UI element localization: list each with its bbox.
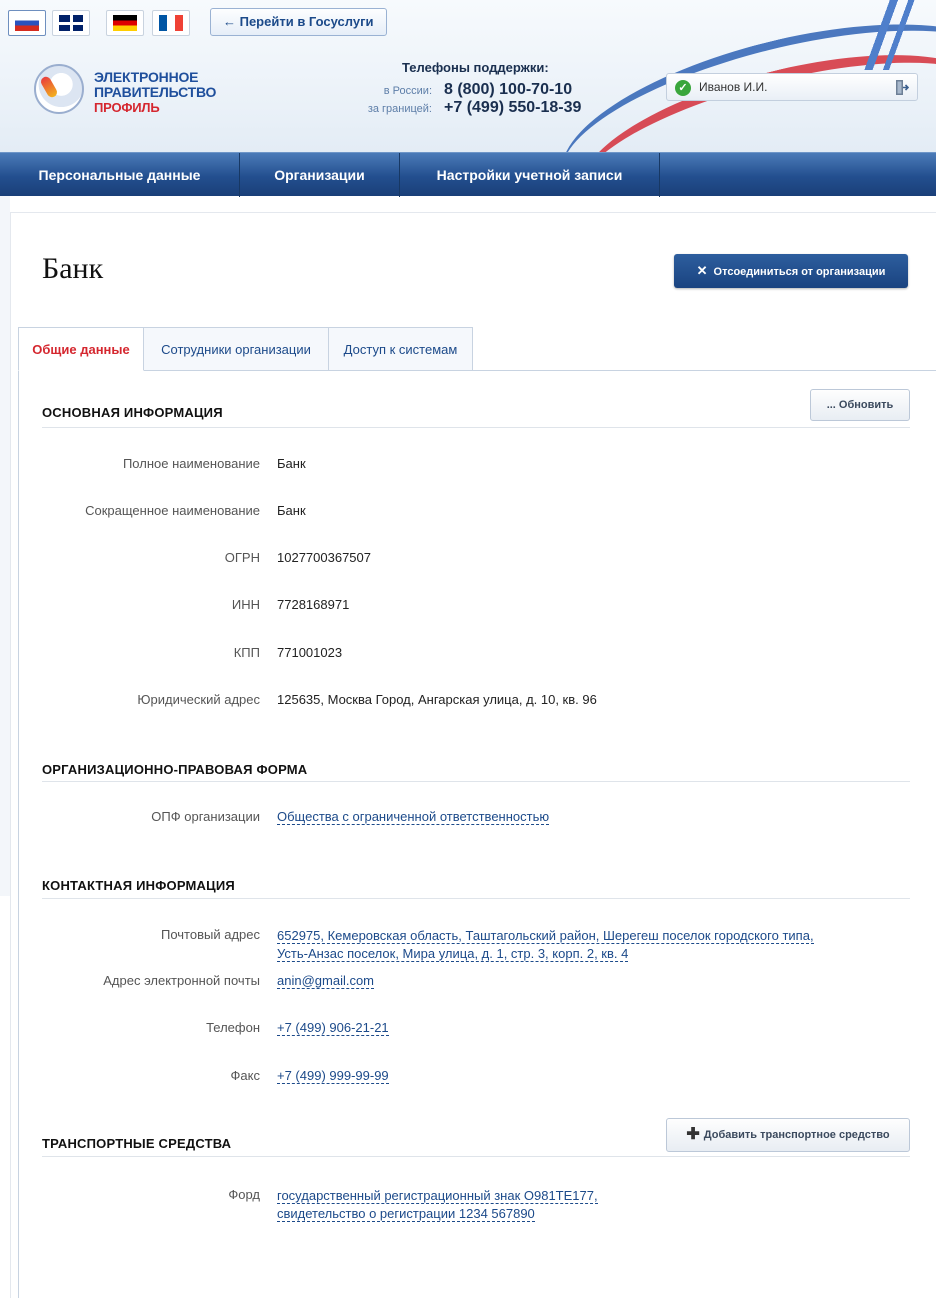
logo-text-line3: ПРОФИЛЬ xyxy=(94,100,160,115)
user-name[interactable]: Иванов И.И. xyxy=(699,80,767,94)
page-title: Банк xyxy=(42,252,104,285)
language-ru-flag-icon[interactable] xyxy=(8,10,46,36)
language-de-flag-icon[interactable] xyxy=(106,10,144,36)
field-label: Полное наименование xyxy=(122,456,260,471)
page-side-strip xyxy=(0,196,10,896)
add-vehicle-button[interactable]: ✚ Добавить транспортное средство xyxy=(666,1118,910,1152)
tab-system-access[interactable]: Доступ к системам xyxy=(328,327,473,371)
field-value: Банк xyxy=(277,503,306,518)
section-contacts-heading: КОНТАКТНАЯ ИНФОРМАЦИЯ xyxy=(42,878,235,893)
verified-check-icon: ✓ xyxy=(675,80,691,96)
support-abroad-number: +7 (499) 550-18-39 xyxy=(444,99,582,116)
field-label: КПП xyxy=(233,645,260,660)
main-nav: Персональные данные Организации Настройк… xyxy=(0,152,936,197)
postal-address-link[interactable]: 652975, Кемеровская область, Таштагольск… xyxy=(277,928,814,944)
logo-text-line2: ПРАВИТЕЛЬСТВО xyxy=(94,84,217,100)
field-value: 125635, Москва Город, Ангарская улица, д… xyxy=(277,692,597,707)
language-en-flag-icon[interactable] xyxy=(52,10,90,36)
section-basic-heading: ОСНОВНАЯ ИНФОРМАЦИЯ xyxy=(42,405,223,420)
divider xyxy=(42,898,910,899)
refresh-button[interactable]: ... Обновить xyxy=(810,389,910,421)
tab-general-data[interactable]: Общие данные xyxy=(18,327,144,371)
close-icon: ✕ xyxy=(696,263,708,278)
field-label: Сокращенное наименование xyxy=(85,503,260,518)
language-fr-flag-icon[interactable] xyxy=(152,10,190,36)
vehicle-link[interactable]: государственный регистрационный знак О98… xyxy=(277,1188,598,1204)
plus-icon: ✚ xyxy=(686,1126,700,1143)
phone-link[interactable]: +7 (499) 906-21-21 xyxy=(277,1020,389,1036)
header: ← Перейти в Госуслуги ЭЛЕКТРОННОЕ ПРАВИТ… xyxy=(0,0,936,152)
support-russia-label: в России: xyxy=(383,85,432,97)
section-vehicles-heading: ТРАНСПОРТНЫЕ СРЕДСТВА xyxy=(42,1136,232,1151)
postal-address-link[interactable]: Усть-Анзас поселок, Мира улица, д. 1, ст… xyxy=(277,946,629,962)
logout-icon[interactable] xyxy=(895,79,909,96)
disconnect-organization-button[interactable]: ✕ Отсоединиться от организации xyxy=(674,254,908,288)
add-vehicle-label: Добавить транспортное средство xyxy=(703,1129,890,1141)
gosuslugi-link[interactable]: ← Перейти в Госуслуги xyxy=(210,8,387,36)
divider xyxy=(42,1156,910,1157)
field-value: 771001023 xyxy=(277,645,343,660)
field-value: 7728168971 xyxy=(277,597,350,612)
divider xyxy=(42,427,910,428)
nav-organizations[interactable]: Организации xyxy=(240,153,400,197)
support-russia-number: 8 (800) 100-70-10 xyxy=(444,81,573,98)
field-label: Юридический адрес xyxy=(137,692,260,707)
field-label: Факс xyxy=(230,1068,260,1083)
postal-address: 652975, Кемеровская область, Таштагольск… xyxy=(277,927,814,963)
email-link[interactable]: anin@gmail.com xyxy=(277,973,375,989)
tab-employees[interactable]: Сотрудники организации xyxy=(143,327,329,371)
legal-form-link[interactable]: Общества с ограниченной ответственностью xyxy=(277,809,550,825)
user-menu[interactable]: ✓ Иванов И.И. xyxy=(666,73,918,101)
support-abroad-label: за границей: xyxy=(367,103,432,115)
vehicle-details: государственный регистрационный знак О98… xyxy=(277,1187,598,1223)
field-value: Банк xyxy=(277,456,306,471)
field-label: ИНН xyxy=(231,597,260,612)
header-decoration xyxy=(856,0,926,70)
emblem-icon xyxy=(34,64,84,114)
nav-personal-data[interactable]: Персональные данные xyxy=(0,153,240,197)
vehicle-link[interactable]: свидетельство о регистрации 1234 567890 xyxy=(277,1206,535,1222)
logo-text-line1: ЭЛЕКТРОННОЕ xyxy=(94,69,199,85)
divider xyxy=(42,781,910,782)
field-label: ОГРН xyxy=(224,550,260,565)
nav-account-settings[interactable]: Настройки учетной записи xyxy=(400,153,660,197)
field-label: ОПФ организации xyxy=(151,809,260,824)
field-value: 1027700367507 xyxy=(277,550,371,565)
fax-link[interactable]: +7 (499) 999-99-99 xyxy=(277,1068,389,1084)
field-label: Почтовый адрес xyxy=(161,927,260,942)
field-label: Телефон xyxy=(206,1020,260,1035)
disconnect-label: Отсоединиться от организации xyxy=(713,266,886,278)
logo[interactable]: ЭЛЕКТРОННОЕ ПРАВИТЕЛЬСТВО ПРОФИЛЬ xyxy=(34,62,274,122)
section-legal-form-heading: ОРГАНИЗАЦИОННО-ПРАВОВАЯ ФОРМА xyxy=(42,762,308,777)
field-label: Адрес электронной почты xyxy=(103,973,260,988)
support-title: Телефоны поддержки: xyxy=(402,60,549,75)
field-label: Форд xyxy=(228,1187,260,1202)
